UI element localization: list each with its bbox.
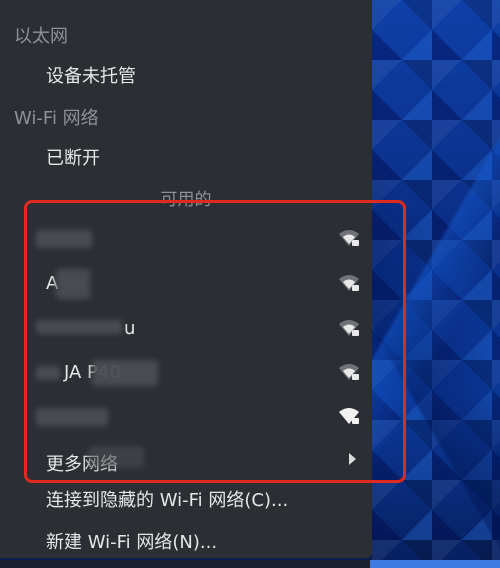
wifi-secured-icon xyxy=(339,408,359,424)
redacted-name xyxy=(36,230,92,248)
wifi-network-item[interactable] xyxy=(30,222,370,256)
new-wifi-network[interactable]: 新建 Wi-Fi 网络(N)... xyxy=(46,528,217,554)
redacted-name xyxy=(36,320,122,334)
redacted-name xyxy=(88,446,144,468)
network-menu: 以太网 设备未托管 Wi-Fi 网络 已断开 可用的 A u JA 更多网络 连… xyxy=(0,0,372,558)
wifi-secured-icon xyxy=(339,364,359,380)
wifi-network-item[interactable]: u xyxy=(30,312,370,346)
more-networks-item[interactable]: 更多网络 xyxy=(30,444,370,478)
ethernet-status[interactable]: 设备未托管 xyxy=(46,62,136,88)
wifi-network-item[interactable] xyxy=(30,400,370,434)
available-networks-header: 可用的 xyxy=(160,190,212,210)
redacted-name xyxy=(92,360,158,386)
chevron-right-icon xyxy=(349,453,356,465)
ethernet-header: 以太网 xyxy=(14,26,68,47)
wifi-secured-icon xyxy=(339,275,359,291)
desktop-wallpaper xyxy=(372,0,500,568)
redacted-name xyxy=(36,408,108,426)
wifi-secured-icon xyxy=(339,230,359,246)
redacted-name xyxy=(36,366,60,380)
wifi-network-item[interactable]: A xyxy=(30,267,370,301)
taskbar xyxy=(0,560,500,568)
wifi-header: Wi-Fi 网络 xyxy=(14,108,99,129)
redacted-name xyxy=(56,269,90,299)
wifi-status[interactable]: 已断开 xyxy=(46,144,100,170)
taskbar-accent xyxy=(370,560,500,568)
network-name: u xyxy=(124,318,136,339)
connect-hidden-network[interactable]: 连接到隐藏的 Wi-Fi 网络(C)... xyxy=(46,486,288,512)
wifi-secured-icon xyxy=(339,320,359,336)
wifi-network-item[interactable]: JA P40 xyxy=(30,356,370,390)
